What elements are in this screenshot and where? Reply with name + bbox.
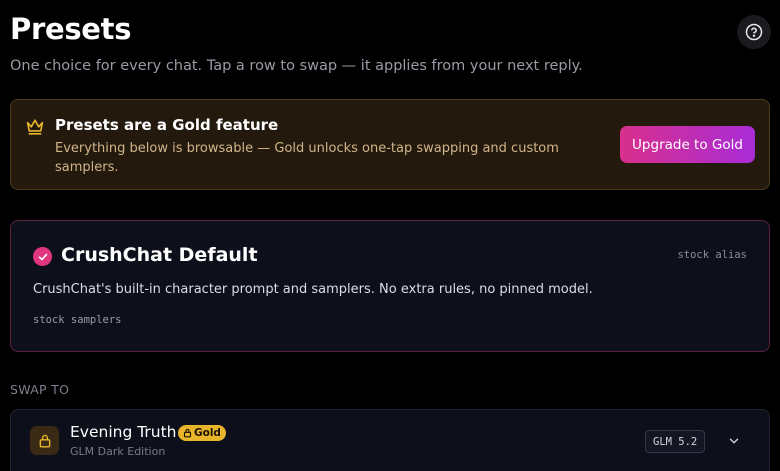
banner-title: Presets are a Gold feature (55, 116, 279, 134)
current-preset-name: CrushChat Default (61, 244, 258, 266)
help-circle-icon (745, 23, 763, 41)
model-chip: GLM 5.2 (645, 430, 706, 453)
page-subtitle: One choice for every chat. Tap a row to … (10, 58, 583, 74)
current-preset-card: CrushChat Default stock alias CrushChat'… (10, 220, 770, 352)
gold-feature-banner: Presets are a Gold feature Everything be… (10, 99, 770, 190)
banner-text: Everything below is browsable — Gold unl… (55, 141, 559, 175)
swap-section-label: SWAP TO (10, 382, 70, 397)
current-preset-description: CrushChat's built-in character prompt an… (33, 282, 593, 297)
upgrade-to-gold-button[interactable]: Upgrade to Gold (620, 126, 755, 163)
preset-name: Evening Truth (70, 423, 177, 441)
lock-icon (30, 426, 59, 455)
gold-badge: Gold (178, 425, 226, 441)
preset-alias: stock alias (677, 249, 747, 261)
page-title: Presets (10, 12, 132, 46)
chevron-down-icon[interactable] (727, 434, 741, 448)
help-button[interactable] (737, 15, 771, 49)
crown-icon (26, 119, 44, 135)
preset-samplers: stock samplers (33, 314, 122, 326)
preset-subtitle: GLM Dark Edition (70, 445, 166, 458)
check-circle-icon (33, 247, 52, 266)
lock-icon (183, 428, 192, 438)
preset-row-evening-truth[interactable]: Evening Truth Gold GLM Dark Edition GLM … (10, 409, 770, 471)
gold-badge-label: Gold (194, 427, 221, 439)
